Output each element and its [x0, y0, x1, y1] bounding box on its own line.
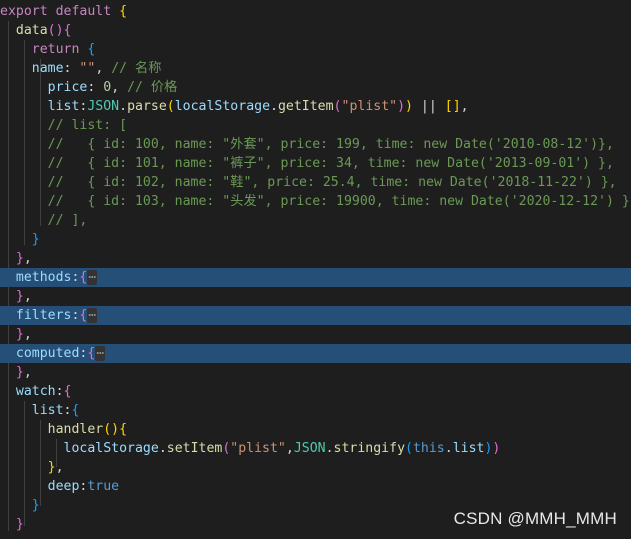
code-editor[interactable]: export default { data(){ return { name: …: [0, 0, 631, 539]
fold-ellipsis[interactable]: ⋯: [87, 270, 98, 285]
code-line[interactable]: return {: [0, 40, 631, 59]
code-line[interactable]: name: "", // 名称: [0, 59, 631, 78]
code-line[interactable]: },: [0, 249, 631, 268]
fold-ellipsis[interactable]: ⋯: [95, 346, 106, 361]
code-line[interactable]: },: [0, 363, 631, 382]
code-line[interactable]: },: [0, 325, 631, 344]
code-line[interactable]: }: [0, 230, 631, 249]
code-line[interactable]: // list: [: [0, 116, 631, 135]
watermark: CSDN @MMH_MMH: [453, 509, 617, 528]
folded-line-methods[interactable]: methods:{⋯: [0, 268, 631, 287]
code-line[interactable]: // { id: 102, name: "鞋", price: 25.4, ti…: [0, 173, 631, 192]
code-line[interactable]: },: [0, 287, 631, 306]
code-line[interactable]: },: [0, 458, 631, 477]
folded-line-filters[interactable]: filters:{⋯: [0, 306, 631, 325]
code-line[interactable]: watch:{: [0, 382, 631, 401]
code-line[interactable]: price: 0, // 价格: [0, 78, 631, 97]
code-line[interactable]: // ],: [0, 211, 631, 230]
code-line[interactable]: // { id: 103, name: "头发", price: 19900, …: [0, 192, 631, 211]
code-line[interactable]: export default {: [0, 2, 631, 21]
code-line[interactable]: // { id: 101, name: "裤子", price: 34, tim…: [0, 154, 631, 173]
code-line[interactable]: // { id: 100, name: "外套", price: 199, ti…: [0, 135, 631, 154]
fold-ellipsis[interactable]: ⋯: [87, 308, 98, 323]
code-line[interactable]: list:{: [0, 401, 631, 420]
code-line[interactable]: deep:true: [0, 477, 631, 496]
code-line[interactable]: list:JSON.parse(localStorage.getItem("pl…: [0, 97, 631, 116]
code-line[interactable]: data(){: [0, 21, 631, 40]
folded-line-computed[interactable]: computed:{⋯: [0, 344, 631, 363]
code-line[interactable]: handler(){: [0, 420, 631, 439]
code-line[interactable]: localStorage.setItem("plist",JSON.string…: [0, 439, 631, 458]
